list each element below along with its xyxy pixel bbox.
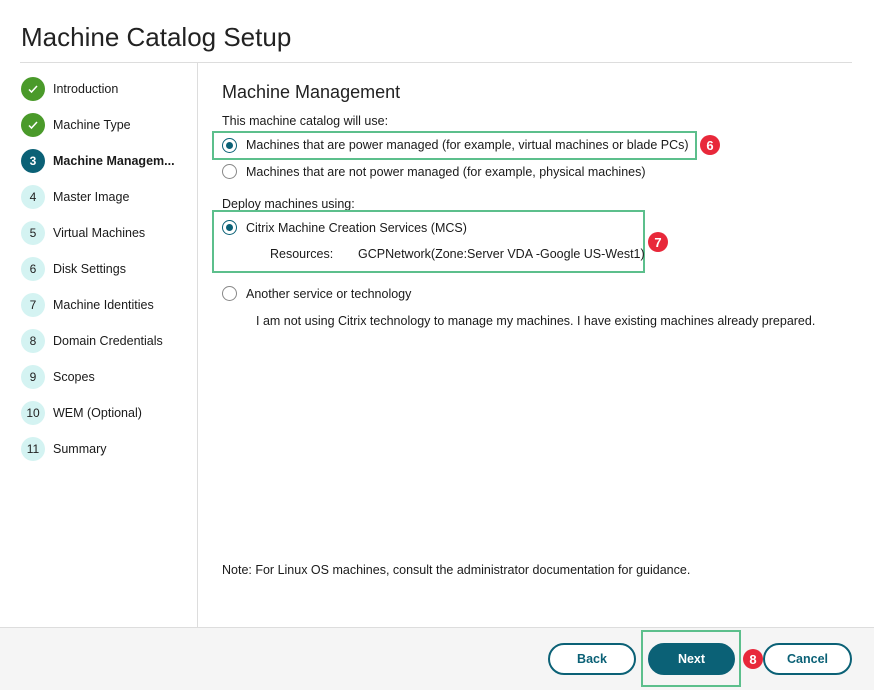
back-button[interactable]: Back [548, 643, 636, 675]
next-button[interactable]: Next [648, 643, 735, 675]
wizard-step[interactable]: 9 Scopes [21, 365, 95, 389]
wizard-step[interactable]: 4 Master Image [21, 185, 129, 209]
step-label: Machine Type [53, 118, 131, 132]
power-managed-label[interactable]: Machines that are power managed (for exa… [246, 138, 689, 152]
step-label: WEM (Optional) [53, 406, 142, 420]
mcs-radio[interactable] [222, 220, 237, 235]
other-service-description: I am not using Citrix technology to mana… [256, 314, 816, 328]
not-power-managed-radio[interactable] [222, 164, 237, 179]
cancel-button[interactable]: Cancel [763, 643, 852, 675]
other-service-label[interactable]: Another service or technology [246, 287, 411, 301]
step-number: 7 [21, 293, 45, 317]
highlight-box [212, 210, 645, 273]
wizard-step[interactable]: 7 Machine Identities [21, 293, 154, 317]
step-badge-7: 7 [648, 232, 668, 252]
divider [20, 62, 852, 63]
step-number: 11 [21, 437, 45, 461]
step-number: 5 [21, 221, 45, 245]
resources-label: Resources: [270, 247, 334, 261]
step-label: Summary [53, 442, 107, 456]
step-label: Disk Settings [53, 262, 126, 276]
wizard-step[interactable]: Introduction [21, 77, 118, 101]
step-number: 6 [21, 257, 45, 281]
check-icon [21, 113, 45, 137]
wizard-step[interactable]: 6 Disk Settings [21, 257, 126, 281]
step-label: Domain Credentials [53, 334, 163, 348]
wizard-step[interactable]: 5 Virtual Machines [21, 221, 145, 245]
not-power-managed-label[interactable]: Machines that are not power managed (for… [246, 165, 646, 179]
mcs-label[interactable]: Citrix Machine Creation Services (MCS) [246, 221, 467, 235]
step-label: Virtual Machines [53, 226, 146, 240]
step-number: 4 [21, 185, 45, 209]
section-heading: Machine Management [222, 82, 401, 102]
step-number: 9 [21, 365, 45, 389]
step-number: 3 [21, 149, 45, 173]
step-badge-6: 6 [700, 135, 720, 155]
step-label: Scopes [53, 370, 95, 384]
step-label: Machine Identities [53, 298, 154, 312]
page-title: Machine Catalog Setup [21, 22, 292, 52]
check-icon [21, 77, 45, 101]
wizard-step[interactable]: 11 Summary [21, 437, 106, 461]
step-badge-8: 8 [743, 649, 763, 669]
step-label: Master Image [53, 190, 130, 204]
resources-value: GCPNetwork(Zone:Server VDA -Google US-We… [358, 247, 645, 261]
step-label: Machine Managem... [53, 154, 175, 168]
step-number: 10 [21, 401, 45, 425]
wizard-step[interactable]: Machine Type [21, 113, 131, 137]
step-label: Introduction [53, 82, 119, 96]
power-managed-radio[interactable] [222, 138, 237, 153]
linux-note: Note: For Linux OS machines, consult the… [222, 563, 691, 577]
deploy-label: Deploy machines using: [222, 197, 355, 211]
wizard-step[interactable]: 10 WEM (Optional) [21, 401, 142, 425]
catalog-label: This machine catalog will use: [222, 114, 389, 128]
other-service-radio[interactable] [222, 286, 237, 301]
wizard-step[interactable]: 3 Machine Managem... [21, 149, 175, 173]
step-number: 8 [21, 329, 45, 353]
wizard-step[interactable]: 8 Domain Credentials [21, 329, 163, 353]
sidebar-divider [197, 63, 198, 627]
